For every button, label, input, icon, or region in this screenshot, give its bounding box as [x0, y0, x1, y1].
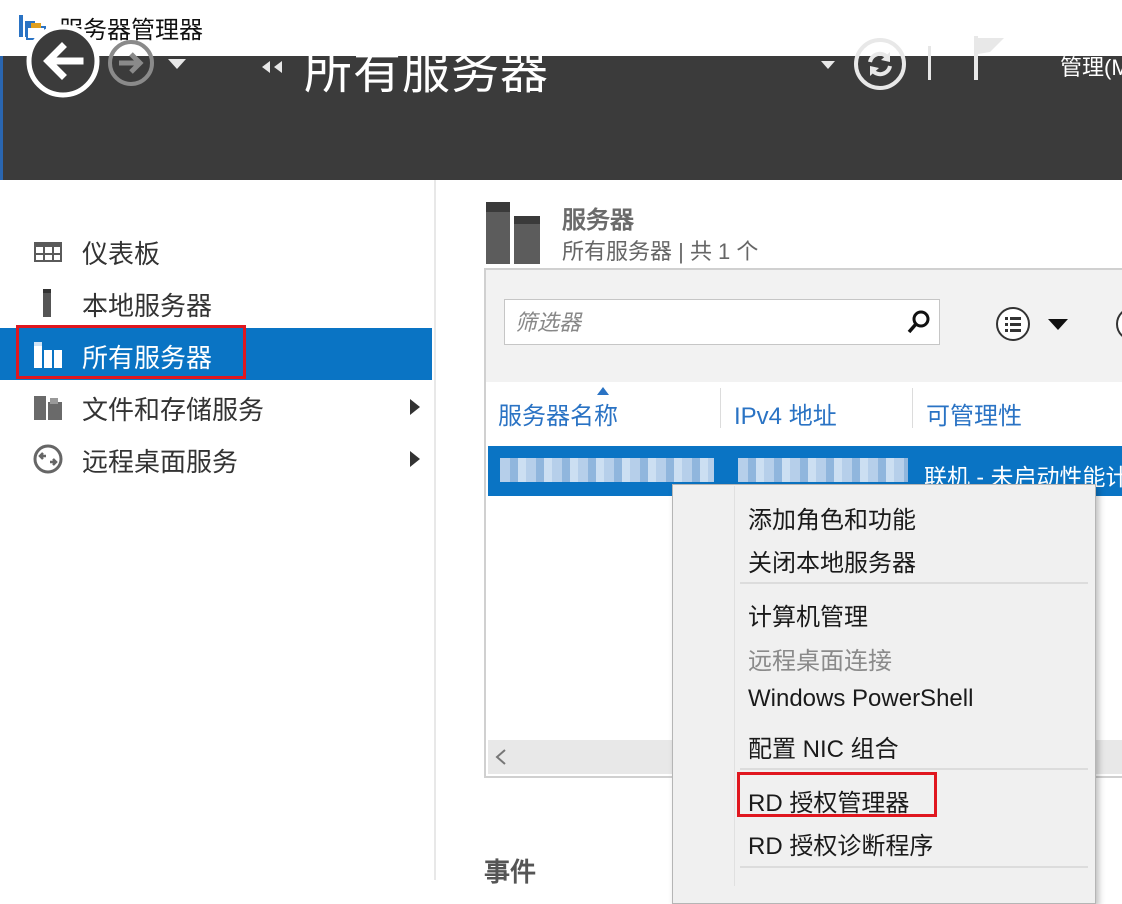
sort-ascending-icon [597, 387, 609, 395]
list-view-icon[interactable] [994, 305, 1032, 343]
menu-item-remote-desktop-connection: 远程桌面连接 [748, 648, 892, 675]
forward-arrow-icon[interactable] [106, 38, 156, 88]
search-icon[interactable] [905, 308, 933, 336]
local-server-icon [43, 289, 51, 317]
title-bar: 服务器管理器 [0, 0, 1122, 56]
sidebar-item-label: 远程桌面服务 [82, 447, 239, 477]
column-divider[interactable] [912, 388, 913, 428]
view-dropdown-icon[interactable] [1046, 316, 1070, 332]
server-name-cell [500, 458, 714, 482]
ipv4-cell [738, 458, 908, 482]
menu-item-windows-powershell[interactable]: Windows PowerShell [748, 685, 973, 713]
section-subtitle: 所有服务器 | 共 1 个 [562, 239, 759, 264]
sidebar-item-dashboard[interactable]: 仪表板 [0, 224, 432, 276]
chevron-right-icon[interactable] [408, 449, 422, 469]
menu-item-computer-management[interactable]: 计算机管理 [748, 597, 868, 632]
section-title: 服务器 [562, 207, 634, 234]
scroll-left-icon[interactable] [494, 748, 508, 766]
sidebar-item-label: 仪表板 [82, 239, 161, 269]
file-storage-icon [34, 396, 62, 420]
manage-menu[interactable]: 管理(M) [1060, 50, 1122, 82]
chevron-right-icon[interactable] [408, 397, 422, 417]
menu-item-add-roles[interactable]: 添加角色和功能 [748, 500, 916, 535]
column-header-manageability[interactable]: 可管理性 [926, 396, 1022, 431]
filter-box[interactable] [504, 299, 940, 345]
notifications-flag-icon[interactable] [968, 32, 1010, 84]
highlight-box-all-servers [16, 325, 246, 379]
toolbar-divider [928, 46, 931, 80]
menu-item-rd-licensing-diagnoser[interactable]: RD 授权诊断程序 [748, 826, 933, 861]
column-header-server-name[interactable]: 服务器名称 [498, 396, 618, 431]
column-header-ipv4[interactable]: IPv4 地址 [734, 396, 837, 431]
sidebar-item-remote-desktop[interactable]: 远程桌面服务 [0, 432, 432, 484]
menu-separator [740, 582, 1088, 584]
page-title: 所有服务器 [304, 46, 550, 99]
history-dropdown-icon[interactable] [164, 50, 190, 76]
menu-item-shutdown-local-server[interactable]: 关闭本地服务器 [748, 543, 916, 578]
save-query-icon[interactable] [1114, 305, 1122, 343]
menu-separator [740, 768, 1088, 770]
menu-item-configure-nic-teaming[interactable]: 配置 NIC 组合 [748, 729, 899, 764]
sidebar-item-local-server[interactable]: 本地服务器 [0, 276, 432, 328]
refresh-icon[interactable] [852, 36, 908, 92]
column-divider[interactable] [720, 388, 721, 428]
sidebar-item-label: 文件和存储服务 [82, 395, 265, 425]
events-section-title: 事件 [484, 857, 537, 887]
context-menu-gutter [734, 486, 735, 886]
back-arrow-icon[interactable] [24, 22, 102, 100]
remote-desktop-icon [33, 444, 63, 474]
servers-section-icon [486, 202, 540, 264]
sidebar-item-label: 本地服务器 [82, 291, 213, 321]
refresh-dropdown-icon[interactable] [818, 54, 838, 74]
sidebar: 仪表板 本地服务器 所有服务器 文件和存储服务 远程桌面服务 [0, 180, 436, 880]
breadcrumb-back-icon[interactable] [258, 55, 292, 79]
menu-separator [740, 866, 1088, 868]
dashboard-icon [34, 242, 62, 262]
filter-input[interactable] [513, 308, 897, 338]
highlight-box-rd-licensing-manager [737, 772, 937, 817]
sidebar-item-file-storage[interactable]: 文件和存储服务 [0, 380, 432, 432]
